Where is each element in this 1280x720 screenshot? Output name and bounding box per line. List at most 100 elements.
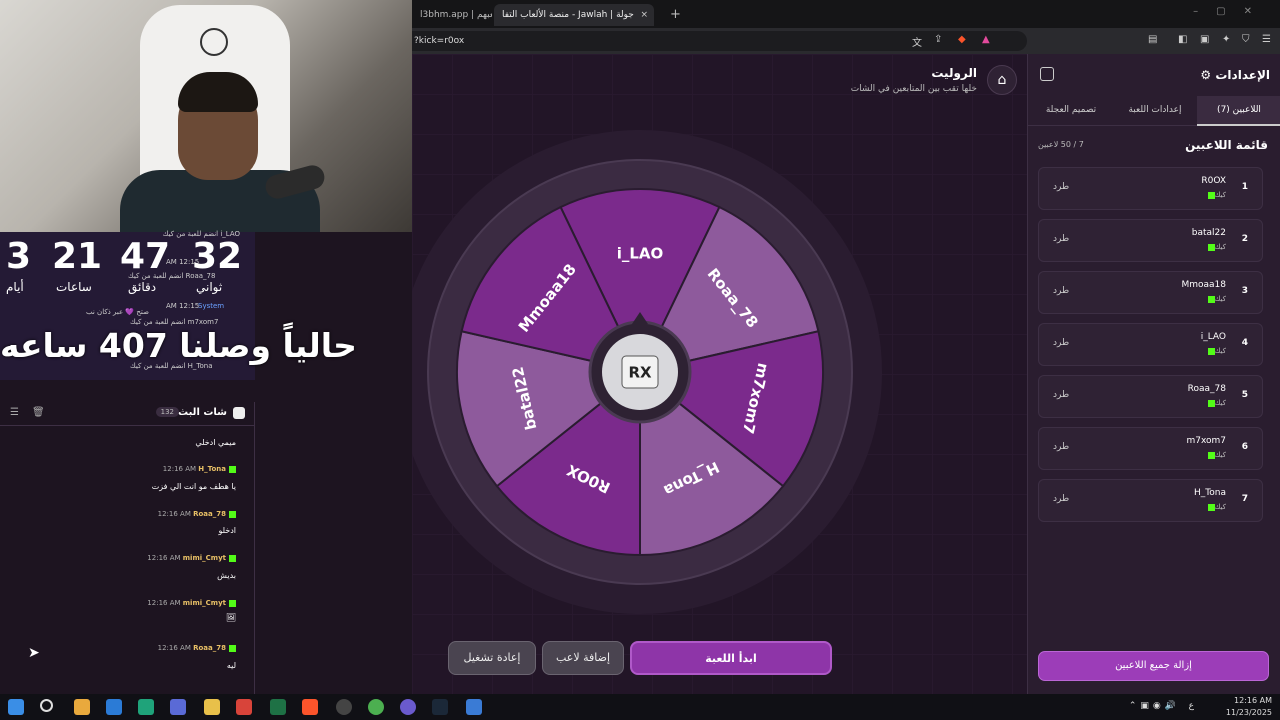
kick-icon <box>1207 399 1215 407</box>
menu-icon[interactable]: ☰ <box>1262 34 1271 45</box>
vpn-app-icon[interactable] <box>466 699 482 715</box>
excel-icon[interactable] <box>270 699 286 715</box>
player-name: i_LAO <box>1200 332 1226 342</box>
reset-button[interactable]: إعادة تشغيل <box>448 641 536 675</box>
chat-message-meta: 12:16 AM Roaa_78 <box>158 644 236 652</box>
leo-icon[interactable]: ✦ <box>1222 34 1230 45</box>
add-player-button[interactable]: إضافة لاعب <box>542 641 624 675</box>
browser-tab-label: منصة الألعاب التفا - Jawlah | جولة <box>502 10 634 20</box>
trash-icon[interactable]: 🗑 <box>32 407 45 418</box>
brave-icon[interactable] <box>302 699 318 715</box>
store-icon[interactable] <box>170 699 186 715</box>
chat-emote-image: 🖼 <box>225 613 236 622</box>
kick-player-button[interactable]: طرد <box>1053 390 1069 400</box>
wheel-segment-label: i_LAO <box>617 245 664 263</box>
chat-message-time: 12:16 AM <box>162 465 197 473</box>
countdown-days-label: أيام <box>6 280 24 294</box>
input-language[interactable]: ع <box>1189 701 1194 711</box>
player-platform: كيك <box>1205 503 1226 511</box>
kick-icon <box>229 599 236 607</box>
kick-icon <box>1207 243 1215 251</box>
overlay-time: 12:15 AM <box>166 302 200 310</box>
chair-logo <box>200 28 228 56</box>
copilot-icon[interactable] <box>74 699 90 715</box>
tab-game-settings[interactable]: إعدادات اللعبة <box>1113 96 1197 126</box>
windows-start-icon[interactable] <box>8 699 24 715</box>
system-clock[interactable]: 12:16 AM 11/23/2025 <box>1226 695 1272 719</box>
hours-reached-text: حالياً وصلنا 407 ساعه <box>0 326 357 365</box>
collapse-panel-icon[interactable] <box>1040 67 1054 81</box>
chat-message-text: ادخلو <box>218 526 236 535</box>
chat-message-time: 12:16 AM <box>157 644 191 652</box>
menu-icon[interactable]: ☰ <box>10 407 19 418</box>
steam-icon[interactable] <box>432 699 448 715</box>
players-list-title: قائمة اللاعبين <box>1185 138 1268 152</box>
kick-player-button[interactable]: طرد <box>1053 338 1069 348</box>
brave-shield-icon[interactable]: ◆ <box>958 34 966 45</box>
outlook-icon[interactable] <box>106 699 122 715</box>
player-row: 6 m7xom7 كيك طرد <box>1038 427 1263 470</box>
file-explorer-icon[interactable] <box>204 699 220 715</box>
chrome-icon[interactable] <box>368 699 384 715</box>
system-tray-icons[interactable]: ⌃▣◉🔊 <box>1129 701 1180 711</box>
kick-icon <box>1207 295 1215 303</box>
player-row: 4 i_LAO كيك طرد <box>1038 323 1263 366</box>
kick-player-button[interactable]: طرد <box>1053 182 1069 192</box>
tab-wheel-design[interactable]: تصميم العجلة <box>1029 96 1113 126</box>
clock-date: 11/23/2025 <box>1225 708 1272 717</box>
chat-title: شات البث <box>178 407 227 418</box>
share-icon[interactable]: ⇪ <box>934 34 942 45</box>
player-name: Roaa_78 <box>1187 384 1226 394</box>
chat-message-meta: 12:16 AM mimi_Cmyt <box>147 599 236 607</box>
chat-username[interactable]: mimi_Cmyt <box>183 554 226 562</box>
tab-players[interactable]: اللاعبين (7) <box>1197 96 1280 126</box>
chat-header: شات البث 132 🗑 ☰ <box>0 402 255 426</box>
start-game-button[interactable]: ابدأ اللعبة <box>630 641 832 675</box>
player-number: 4 <box>1241 338 1248 348</box>
countdown-days: 3 <box>6 236 32 277</box>
wallet-icon[interactable]: ▣ <box>1200 34 1209 45</box>
search-icon[interactable] <box>40 699 53 712</box>
player-number: 7 <box>1241 494 1248 504</box>
player-row: 5 Roaa_78 كيك طرد <box>1038 375 1263 418</box>
sidebar-icon[interactable]: ◧ <box>1178 34 1187 45</box>
player-number: 3 <box>1241 286 1248 296</box>
chat-username[interactable]: mimi_Cmyt <box>183 599 226 607</box>
player-name: batal22 <box>1191 228 1226 238</box>
chat-username[interactable]: Roaa_78 <box>193 510 226 518</box>
chat-message-meta: 12:16 AM mimi_Cmyt <box>147 554 236 562</box>
kick-player-button[interactable]: طرد <box>1053 286 1069 296</box>
address-bar: ?kick=r0ox 文 ⇪ ◆ ▲ ▤ ◧ ▣ ✦ ⛉ ☰ <box>412 28 1280 54</box>
close-tab-icon[interactable]: × <box>640 4 648 26</box>
kick-icon <box>1207 191 1215 199</box>
discord-icon[interactable] <box>400 699 416 715</box>
window-controls[interactable]: –▢✕ <box>1193 6 1270 17</box>
chat-message-text: ميمي ادخلي <box>195 438 236 447</box>
kick-player-button[interactable]: طرد <box>1053 234 1069 244</box>
obs-icon[interactable] <box>336 699 352 715</box>
player-platform: كيك <box>1205 191 1226 199</box>
edge-icon[interactable] <box>138 699 154 715</box>
vpn-icon[interactable]: ⛉ <box>1242 34 1250 45</box>
translate-icon[interactable]: 文 <box>912 34 922 49</box>
reader-icon[interactable]: ▤ <box>1148 34 1157 45</box>
chat-username[interactable]: H_Tona <box>198 465 226 473</box>
settings-tabs: اللاعبين (7) إعدادات اللعبة تصميم العجلة <box>1028 96 1280 126</box>
kick-player-button[interactable]: طرد <box>1053 442 1069 452</box>
new-tab-button[interactable]: + <box>662 4 682 26</box>
webcam-feed <box>0 0 412 232</box>
chat-username[interactable]: Roaa_78 <box>193 644 226 652</box>
browser-tab[interactable]: l3bhm.app | لعبهم <box>412 4 492 26</box>
brave-rewards-icon[interactable]: ▲ <box>982 34 990 45</box>
wps-icon[interactable] <box>236 699 252 715</box>
player-platform: كيك <box>1205 295 1226 303</box>
platform-label: كيك <box>1214 191 1226 199</box>
remove-all-players-button[interactable]: إزالة جميع اللاعبين <box>1038 651 1269 681</box>
kick-player-button[interactable]: طرد <box>1053 494 1069 504</box>
chat-message-text: ليه <box>226 661 236 670</box>
kick-icon <box>1207 451 1215 459</box>
chat-message-meta: 12:16 AM Roaa_78 <box>158 510 236 518</box>
player-name: H_Tona <box>1194 488 1226 498</box>
browser-tab-active[interactable]: منصة الألعاب التفا - Jawlah | جولة × <box>494 4 654 26</box>
overlay-system-name: System <box>198 302 225 310</box>
